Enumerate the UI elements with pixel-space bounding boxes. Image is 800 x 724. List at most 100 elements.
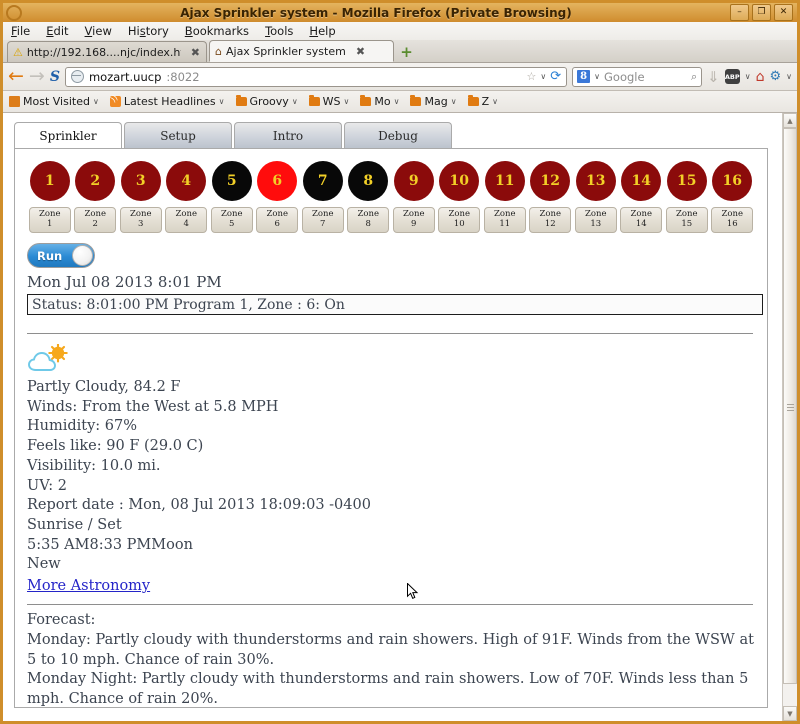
zone-button-10[interactable]: Zone 10 xyxy=(438,207,480,233)
zone-button-14[interactable]: Zone 14 xyxy=(620,207,662,233)
zone-indicator-13[interactable]: 13 xyxy=(576,161,616,201)
zone-button-5[interactable]: Zone 5 xyxy=(211,207,253,233)
bookmark-mo[interactable]: Mo ∨ xyxy=(360,95,399,108)
more-astronomy-link[interactable]: More Astronomy xyxy=(27,578,150,594)
zone-button-1[interactable]: Zone 1 xyxy=(29,207,71,233)
zone-button-3[interactable]: Zone 3 xyxy=(120,207,162,233)
bookmark-star-icon[interactable]: ☆ xyxy=(527,70,537,83)
scroll-up-icon[interactable]: ▲ xyxy=(783,113,797,128)
scroll-down-icon[interactable]: ▼ xyxy=(783,706,797,721)
tab-label: Debug xyxy=(378,129,418,143)
zone-indicator-14[interactable]: 14 xyxy=(621,161,661,201)
tab-intro[interactable]: Intro xyxy=(234,122,342,148)
adblock-dropdown-icon[interactable]: ∨ xyxy=(745,72,751,81)
firebug-dropdown-icon[interactable]: ∨ xyxy=(786,72,792,81)
zone-indicator-1[interactable]: 1 xyxy=(30,161,70,201)
zone-indicator-4[interactable]: 4 xyxy=(166,161,206,201)
bookmark-z[interactable]: Z ∨ xyxy=(468,95,498,108)
zone-indicator-11[interactable]: 11 xyxy=(485,161,525,201)
menu-item-help[interactable]: Help xyxy=(309,24,335,38)
browser-tab-inactive[interactable]: ⚠ http://192.168....njc/index.html ✖ xyxy=(7,41,207,62)
site-identity-icon xyxy=(71,70,84,83)
run-toggle-knob[interactable] xyxy=(72,245,93,266)
browser-tab-close-icon[interactable]: ✖ xyxy=(191,46,200,59)
vertical-scrollbar[interactable]: ▲ ▼ xyxy=(782,113,797,721)
browser-tab-label: Ajax Sprinkler system xyxy=(226,45,346,58)
most-visited-icon xyxy=(9,96,20,107)
firebug-icon[interactable]: ⚙ xyxy=(769,69,781,84)
chevron-down-icon[interactable]: ∨ xyxy=(344,97,350,106)
address-dropdown-icon[interactable]: ∨ xyxy=(540,72,546,81)
zone-button-16[interactable]: Zone 16 xyxy=(711,207,753,233)
menu-item-history[interactable]: History xyxy=(128,24,169,38)
zone-indicator-6[interactable]: 6 xyxy=(257,161,297,201)
menu-item-view[interactable]: View xyxy=(85,24,112,38)
menu-item-bookmarks[interactable]: Bookmarks xyxy=(185,24,249,38)
chevron-down-icon[interactable]: ∨ xyxy=(451,97,457,106)
run-toggle[interactable]: Run xyxy=(27,243,95,268)
zone-button-15[interactable]: Zone 15 xyxy=(666,207,708,233)
forward-icon[interactable]: → xyxy=(29,67,45,86)
close-button[interactable]: ✕ xyxy=(774,4,793,21)
zone-button-6[interactable]: Zone 6 xyxy=(256,207,298,233)
zone-indicator-8[interactable]: 8 xyxy=(348,161,388,201)
zone-button-8[interactable]: Zone 8 xyxy=(347,207,389,233)
zone-indicator-12[interactable]: 12 xyxy=(530,161,570,201)
application-window: Ajax Sprinkler system - Mozilla Firefox … xyxy=(0,0,800,724)
browser-tab-active[interactable]: ⌂ Ajax Sprinkler system ✖ xyxy=(209,40,394,62)
home-icon[interactable]: ⌂ xyxy=(756,69,765,85)
browser-tab-close-icon[interactable]: ✖ xyxy=(356,45,365,58)
tab-sprinkler[interactable]: Sprinkler xyxy=(14,122,122,149)
zone-indicator-7[interactable]: 7 xyxy=(303,161,343,201)
chevron-down-icon[interactable]: ∨ xyxy=(93,97,99,106)
zone-indicator-2[interactable]: 2 xyxy=(75,161,115,201)
bookmark-groovy[interactable]: Groovy ∨ xyxy=(236,95,298,108)
zone-indicator-10[interactable]: 10 xyxy=(439,161,479,201)
zone-button-2[interactable]: Zone 2 xyxy=(74,207,116,233)
new-tab-button[interactable]: + xyxy=(398,43,415,60)
zone-indicator-5[interactable]: 5 xyxy=(212,161,252,201)
chevron-down-icon[interactable]: ∨ xyxy=(394,97,400,106)
zone-cell-11: 11 Zone 11 xyxy=(482,161,528,233)
zone-button-13[interactable]: Zone 13 xyxy=(575,207,617,233)
zone-grid: 1 Zone 1 2 Zone 2 3 xyxy=(27,161,755,233)
zone-indicator-3[interactable]: 3 xyxy=(121,161,161,201)
menu-item-edit[interactable]: Edit xyxy=(46,24,68,38)
zone-indicator-9[interactable]: 9 xyxy=(394,161,434,201)
menu-item-file[interactable]: File xyxy=(11,24,30,38)
scrollbar-grip xyxy=(787,402,794,410)
zone-button-4[interactable]: Zone 4 xyxy=(165,207,207,233)
chevron-down-icon[interactable]: ∨ xyxy=(492,97,498,106)
chevron-down-icon[interactable]: ∨ xyxy=(219,97,225,106)
bookmark-mag[interactable]: Mag ∨ xyxy=(410,95,456,108)
search-magnifier-icon[interactable]: ⌕ xyxy=(691,70,697,84)
tab-debug[interactable]: Debug xyxy=(344,122,452,148)
tab-setup[interactable]: Setup xyxy=(124,122,232,148)
search-engine-dropdown-icon[interactable]: ∨ xyxy=(594,72,600,81)
status-field[interactable]: Status: 8:01:00 PM Program 1, Zone : 6: … xyxy=(27,294,763,315)
adblock-plus-icon[interactable]: ABP xyxy=(725,69,740,84)
scrollbar-thumb[interactable] xyxy=(783,128,797,684)
chevron-down-icon[interactable]: ∨ xyxy=(292,97,298,106)
address-bar[interactable]: mozart.uucp:8022 ☆ ∨ ⟳ xyxy=(65,67,567,87)
stumbleupon-icon[interactable]: S xyxy=(50,69,60,85)
reload-icon[interactable]: ⟳ xyxy=(550,69,561,84)
bookmark-ws[interactable]: WS ∨ xyxy=(309,95,350,108)
zone-button-12[interactable]: Zone 12 xyxy=(529,207,571,233)
maximize-button[interactable]: ❐ xyxy=(752,4,771,21)
zone-indicator-16[interactable]: 16 xyxy=(712,161,752,201)
menu-item-tools[interactable]: Tools xyxy=(265,24,293,38)
back-icon[interactable]: ← xyxy=(8,67,24,86)
zone-indicator-15[interactable]: 15 xyxy=(667,161,707,201)
zone-button-9[interactable]: Zone 9 xyxy=(393,207,435,233)
minimize-button[interactable]: – xyxy=(730,4,749,21)
zone-button-7[interactable]: Zone 7 xyxy=(302,207,344,233)
search-box[interactable]: 8 ∨ Google ⌕ xyxy=(572,67,702,87)
bookmark-most-visited[interactable]: Most Visited ∨ xyxy=(9,95,99,108)
browser-tab-label: http://192.168....njc/index.html xyxy=(27,46,181,59)
downloads-icon[interactable]: ⇓ xyxy=(707,68,720,86)
bookmark-latest-headlines[interactable]: Latest Headlines ∨ xyxy=(110,95,225,108)
zone-cell-9: 9 Zone 9 xyxy=(391,161,437,233)
zone-button-bottom: 1 xyxy=(47,220,52,230)
zone-button-11[interactable]: Zone 11 xyxy=(484,207,526,233)
